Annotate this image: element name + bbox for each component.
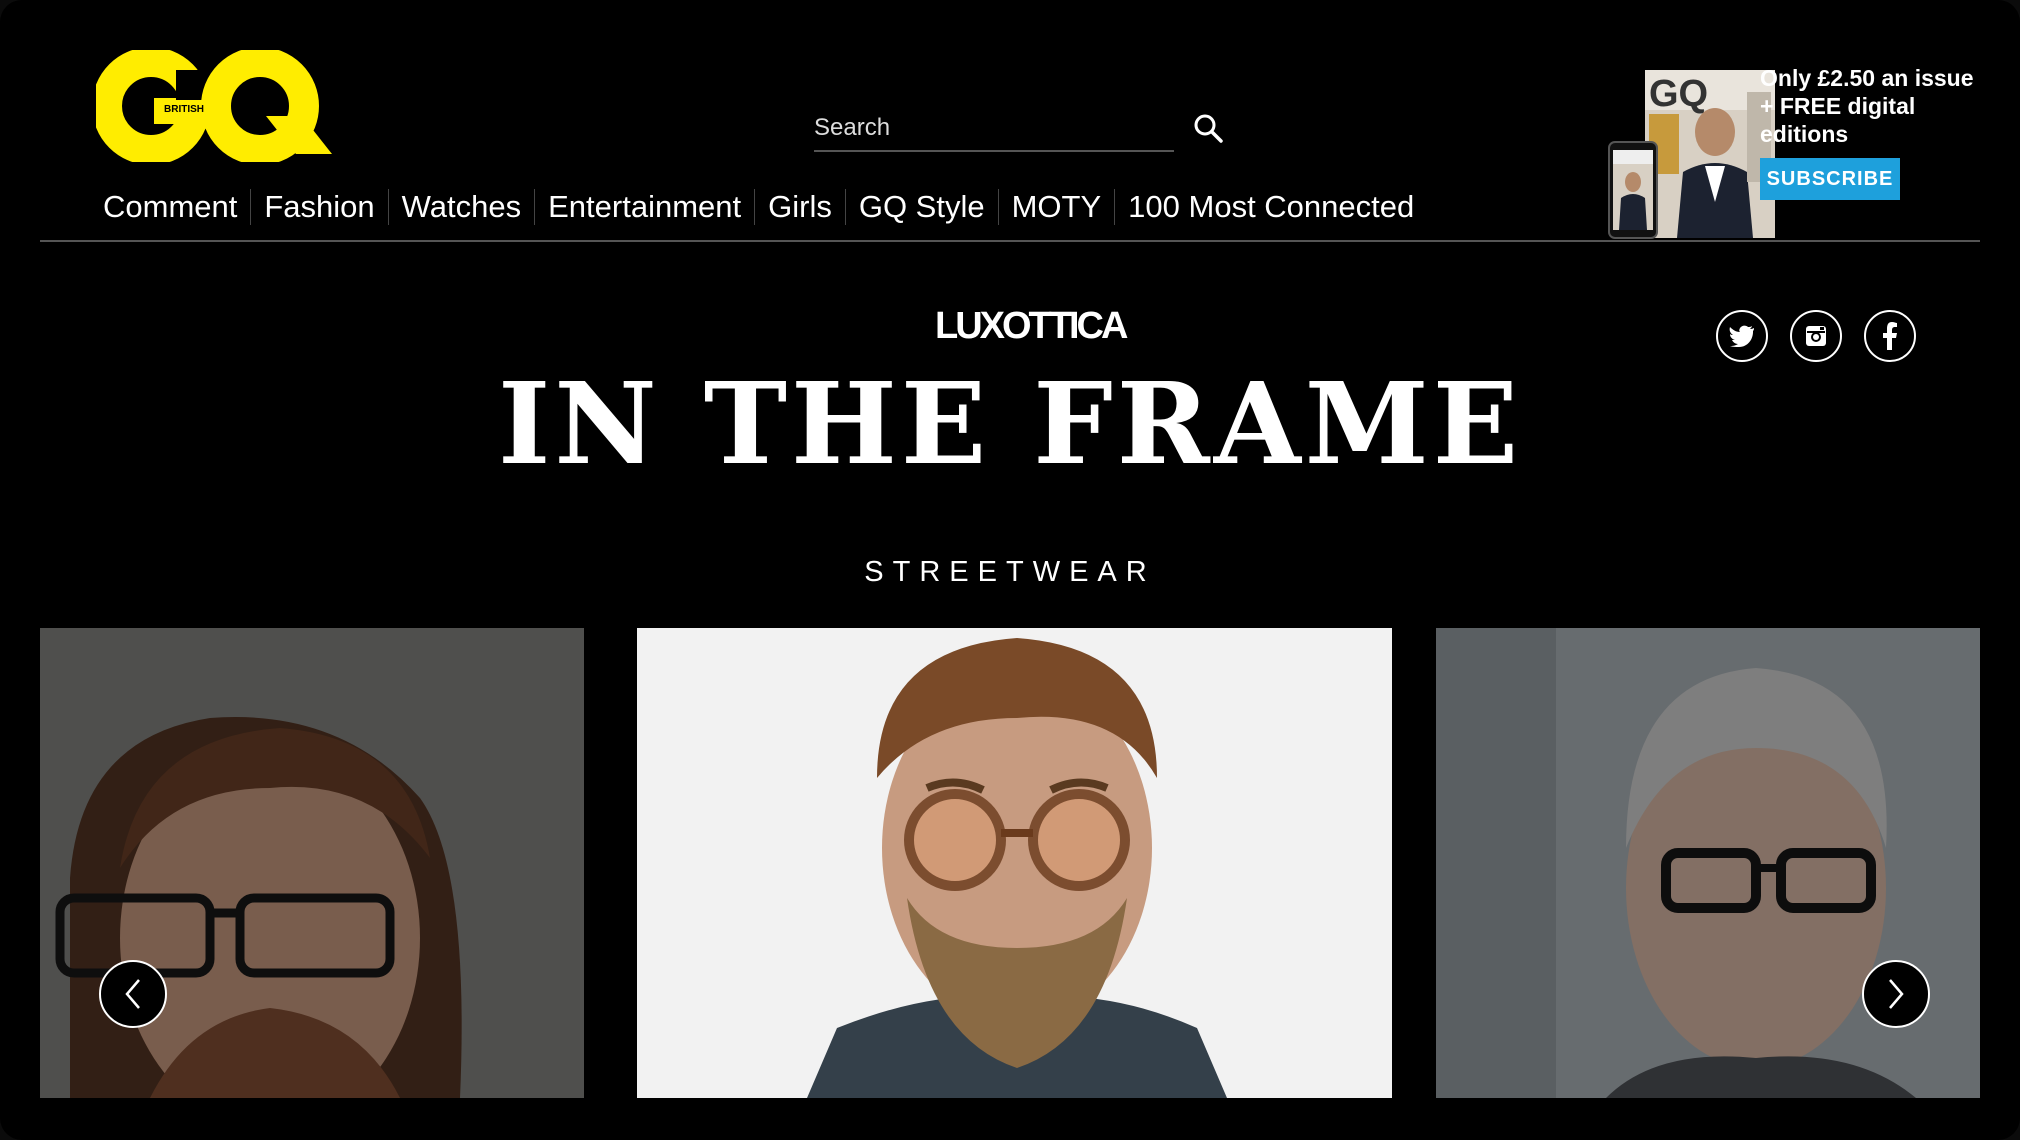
twitter-icon [1729,325,1754,347]
carousel-prev-button[interactable] [99,960,167,1028]
luxottica-logo[interactable]: LUXOTTICA [935,306,1128,346]
instagram-button[interactable] [1790,310,1842,362]
magazine-cover-image[interactable]: GQ [1565,62,1785,240]
promo-line-1: Only £2.50 an issue [1760,65,1974,91]
section-label: STREETWEAR [864,556,1156,588]
chevron-right-icon [1889,979,1904,1009]
svg-text:GQ: GQ [1649,73,1708,115]
nav-item-watches[interactable]: Watches [389,189,536,225]
nav-item-comment[interactable]: Comment [90,189,252,225]
instagram-icon [1806,326,1826,346]
chevron-left-icon [125,979,140,1009]
portrait-image [40,628,584,1098]
nav-item-girls[interactable]: Girls [755,189,846,225]
logo-subtext: BRITISH [164,104,204,115]
carousel-slide-center[interactable] [637,628,1392,1098]
page-frame: BRITISH Comment Fashion Watches Entertai… [0,0,2020,1140]
promo-line-2: + FREE digital [1760,93,1916,119]
main-nav: Comment Fashion Watches Entertainment Gi… [90,182,1427,232]
nav-item-gq-style[interactable]: GQ Style [846,189,999,225]
twitter-button[interactable] [1716,310,1768,362]
carousel-slide-left[interactable] [40,628,584,1098]
search-input[interactable] [814,106,1174,152]
nav-item-moty[interactable]: MOTY [999,189,1116,225]
promo-line-3: editions [1760,121,1849,147]
promo-text: Only £2.50 an issue + FREE digital editi… [1760,64,1985,148]
subscribe-button[interactable]: SUBSCRIBE [1760,158,1900,200]
site-header: BRITISH Comment Fashion Watches Entertai… [40,40,1980,242]
search-icon[interactable] [1192,112,1224,144]
portrait-image [637,628,1392,1098]
search-box [814,106,1224,156]
nav-item-entertainment[interactable]: Entertainment [535,189,756,225]
nav-item-fashion[interactable]: Fashion [251,189,389,225]
facebook-button[interactable] [1864,310,1916,362]
nav-item-100-most-connected[interactable]: 100 Most Connected [1115,189,1427,225]
facebook-icon [1883,322,1897,350]
gq-logo[interactable]: BRITISH [92,47,356,165]
carousel-next-button[interactable] [1862,960,1930,1028]
page-title: IN THE FRAME [497,359,1523,490]
